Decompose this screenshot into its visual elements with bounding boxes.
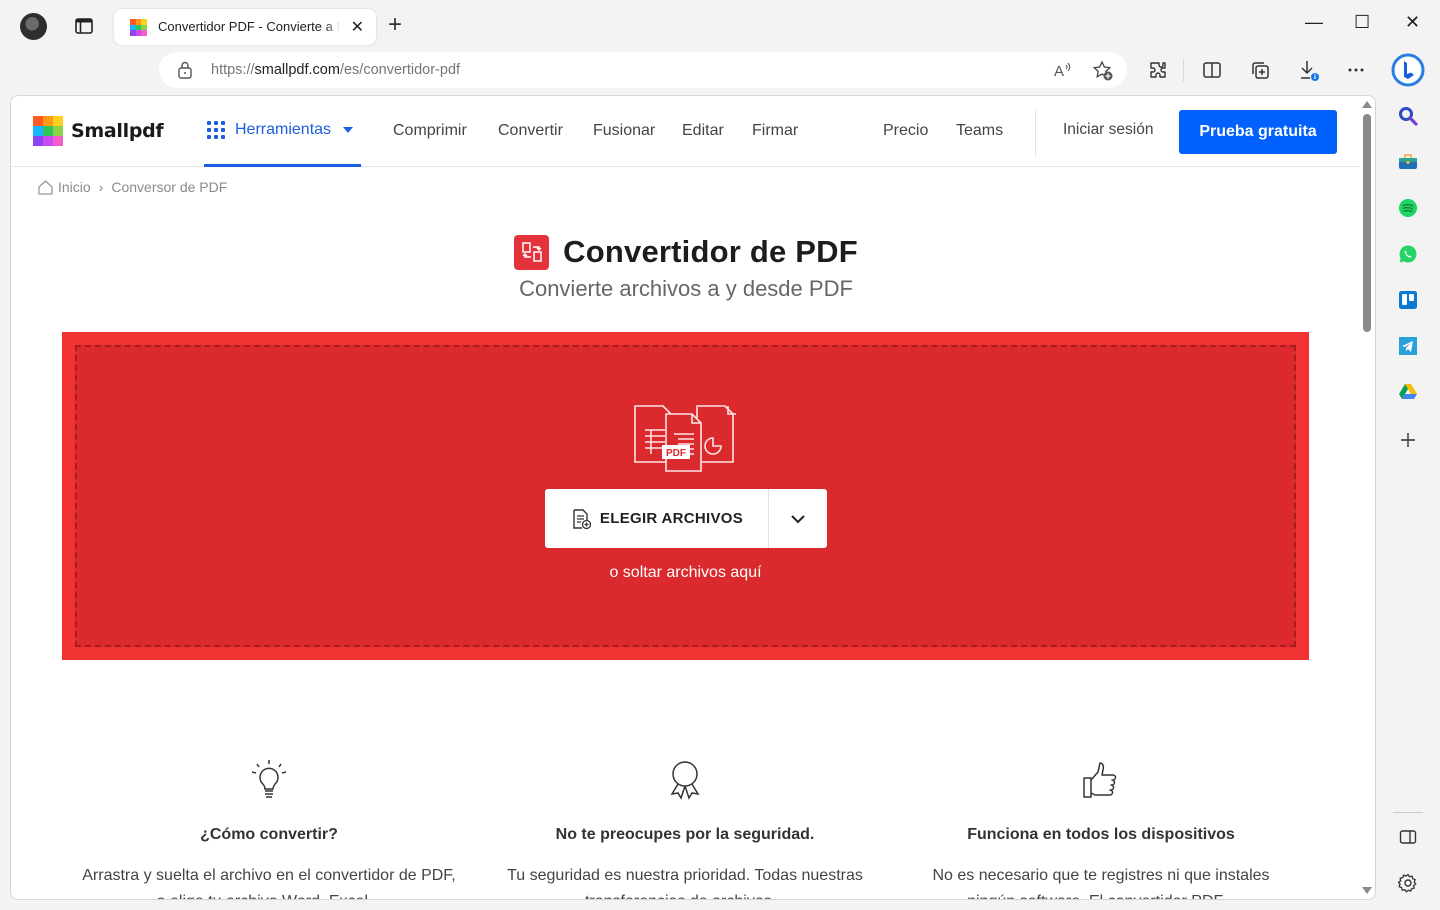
nav-teams[interactable]: Teams: [956, 122, 1003, 140]
convert-icon: [514, 234, 550, 270]
feature-title: Funciona en todos los dispositivos: [967, 826, 1235, 843]
edge-sidebar: [1385, 95, 1431, 905]
feature-text: Tu seguridad es nuestra prioridad. Todas…: [507, 867, 863, 899]
choose-source-dropdown[interactable]: [768, 489, 827, 548]
svg-text:A: A: [1054, 63, 1064, 80]
nav-comprimir[interactable]: Comprimir: [393, 122, 467, 140]
page-viewport: Smallpdf Herramientas Comprimir Converti…: [10, 95, 1376, 900]
search-icon[interactable]: [1397, 105, 1419, 127]
thumbs-up-icon: [911, 756, 1291, 806]
downloads-icon[interactable]: [1297, 58, 1321, 82]
more-options-icon[interactable]: [1344, 58, 1368, 82]
pdf-art-label: PDF: [666, 448, 686, 459]
nav-firmar[interactable]: Firmar: [752, 122, 798, 140]
read-aloud-icon[interactable]: A: [1053, 60, 1073, 85]
caret-down-icon: [343, 127, 354, 133]
spotify-icon[interactable]: [1397, 197, 1419, 219]
smallpdf-logo[interactable]: Smallpdf: [33, 116, 164, 146]
nav-fusionar[interactable]: Fusionar: [593, 122, 655, 140]
tools-menu[interactable]: Herramientas: [204, 96, 361, 167]
file-dropzone[interactable]: PDF ELEGIR ARCHIVOS o soltar archivos aq…: [62, 332, 1309, 660]
nav-precio[interactable]: Precio: [883, 122, 928, 140]
toolbar-divider: [1183, 60, 1184, 82]
scroll-up-arrow[interactable]: [1362, 101, 1372, 108]
page-heading: Convertidor de PDF: [563, 234, 858, 269]
tab-bar: Convertidor PDF - Convierte a PDF ✕ + — …: [0, 0, 1440, 52]
choose-files-button[interactable]: ELEGIR ARCHIVOS: [545, 489, 768, 548]
logo-text: Smallpdf: [71, 120, 164, 142]
tab-title: Convertidor PDF - Convierte a PDF: [158, 19, 340, 34]
add-file-icon: [573, 508, 592, 529]
page-title: Convertidor de PDF: [11, 234, 1361, 270]
add-sidebar-app-icon[interactable]: [1397, 429, 1419, 451]
settings-gear-icon[interactable]: [1397, 872, 1419, 894]
scrollbar-thumb[interactable]: [1363, 114, 1371, 332]
logo-mark-icon: [33, 116, 63, 146]
drop-hint: o soltar archivos aquí: [609, 564, 762, 581]
url-path: /es/convertidor-pdf: [339, 62, 461, 78]
chevron-down-icon: [791, 514, 805, 523]
breadcrumb-separator: ›: [98, 179, 104, 195]
breadcrumb-home[interactable]: Inicio: [58, 179, 91, 195]
minimize-button[interactable]: —: [1305, 12, 1323, 33]
feature-title: ¿Cómo convertir?: [200, 826, 338, 843]
choose-files-group: ELEGIR ARCHIVOS: [545, 489, 827, 548]
split-screen-icon[interactable]: [1200, 58, 1224, 82]
header-divider: [1035, 110, 1036, 156]
google-drive-icon[interactable]: [1397, 381, 1419, 403]
award-ribbon-icon: [495, 756, 875, 806]
whatsapp-icon[interactable]: [1397, 243, 1419, 265]
feature-text: Arrastra y suelta el archivo en el conve…: [82, 867, 456, 899]
lightbulb-icon: [79, 756, 459, 806]
url-scheme: https://: [211, 62, 255, 78]
hide-sidebar-icon[interactable]: [1397, 826, 1419, 848]
url-text[interactable]: https://smallpdf.com/es/convertidor-pdf: [211, 62, 460, 78]
feature-text: No es necesario que te registres ni que …: [932, 867, 1270, 899]
tab-close-button[interactable]: ✕: [351, 17, 364, 37]
home-breadcrumb-icon: [38, 180, 53, 195]
copilot-bing-icon[interactable]: [1391, 53, 1425, 87]
dropzone-inner: PDF ELEGIR ARCHIVOS o soltar archivos aq…: [75, 345, 1296, 647]
breadcrumb: Inicio › Conversor de PDF: [37, 179, 227, 195]
address-bar[interactable]: https://smallpdf.com/es/convertidor-pdf …: [159, 52, 1127, 88]
browser-tab-active[interactable]: Convertidor PDF - Convierte a PDF ✕: [114, 9, 376, 45]
smallpdf-favicon: [130, 19, 147, 36]
tools-briefcase-icon[interactable]: [1397, 151, 1419, 173]
page-subtitle: Convierte archivos a y desde PDF: [519, 276, 853, 301]
profile-avatar[interactable]: [20, 13, 47, 40]
tools-label: Herramientas: [235, 121, 332, 138]
close-window-button[interactable]: ✕: [1405, 12, 1420, 33]
favorite-star-icon[interactable]: [1092, 60, 1114, 87]
feature-devices: Funciona en todos los dispositivos No es…: [911, 756, 1291, 899]
tab-actions-icon[interactable]: [74, 16, 94, 36]
collections-icon[interactable]: [1248, 58, 1272, 82]
sidebar-divider: [1393, 812, 1423, 813]
scroll-down-arrow[interactable]: [1362, 887, 1372, 894]
lock-icon[interactable]: [177, 61, 193, 84]
trello-icon[interactable]: [1397, 289, 1419, 311]
breadcrumb-current: Conversor de PDF: [111, 179, 228, 195]
login-link[interactable]: Iniciar sesión: [1063, 121, 1153, 139]
extensions-icon[interactable]: [1146, 58, 1170, 82]
page-scrollbar[interactable]: [1359, 96, 1375, 899]
feature-security: No te preocupes por la seguridad. Tu seg…: [495, 756, 875, 899]
telegram-icon[interactable]: [1397, 335, 1419, 357]
free-trial-button[interactable]: Prueba gratuita: [1179, 110, 1337, 154]
files-illustration-icon: PDF: [633, 404, 741, 477]
feature-title: No te preocupes por la seguridad.: [555, 826, 815, 843]
site-header: Smallpdf Herramientas Comprimir Converti…: [11, 96, 1361, 167]
url-host: smallpdf.com: [254, 62, 340, 78]
nav-editar[interactable]: Editar: [682, 122, 724, 140]
maximize-button[interactable]: ☐: [1354, 12, 1370, 33]
feature-how-to: ¿Cómo convertir? Arrastra y suelta el ar…: [79, 756, 459, 899]
choose-files-label: ELEGIR ARCHIVOS: [599, 510, 744, 527]
apps-grid-icon: [207, 121, 225, 139]
new-tab-button[interactable]: +: [388, 12, 402, 38]
nav-convertir[interactable]: Convertir: [498, 122, 563, 140]
